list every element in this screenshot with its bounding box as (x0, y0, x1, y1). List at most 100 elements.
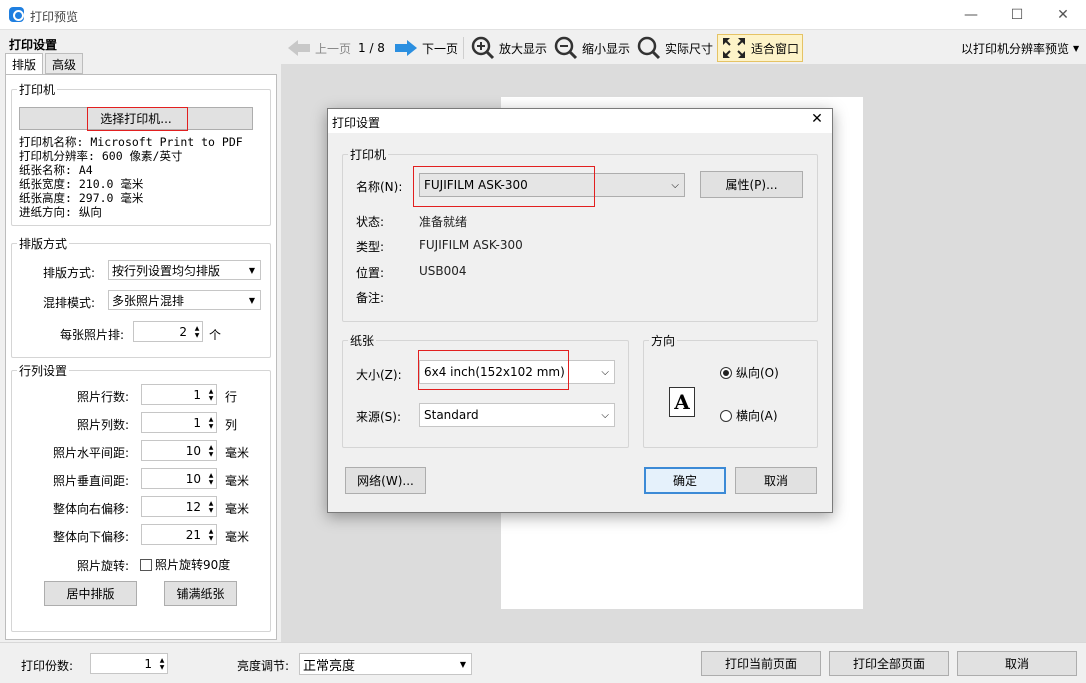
layout-mode-value: 按行列设置均匀排版 (112, 263, 221, 278)
paper-height-info: 纸张高度: 297.0 毫米 (19, 191, 144, 205)
actual-size-button[interactable]: 实际尺寸 (637, 36, 713, 60)
stepper-arrows-icon[interactable]: ▲ ▼ (205, 525, 216, 544)
rotate-label: 照片旋转: (76, 559, 129, 573)
cancel-button[interactable]: 取消 (957, 651, 1077, 676)
rotate-checkbox[interactable]: 照片旋转90度 (140, 556, 230, 573)
stepper-arrows-icon[interactable]: ▲ ▼ (205, 385, 216, 404)
fit-window-icon (723, 38, 745, 58)
layout-mode-select[interactable]: 按行列设置均匀排版 ▼ (108, 260, 261, 280)
printer-name-info: 打印机名称: Microsoft Print to PDF (19, 135, 243, 149)
maximize-button[interactable]: ☐ (994, 0, 1040, 30)
magnifier-icon (637, 36, 661, 60)
fill-paper-button[interactable]: 铺满纸张 (164, 581, 237, 606)
radio-icon[interactable] (720, 409, 732, 422)
close-button[interactable]: ✕ (1040, 0, 1086, 30)
hspacing-stepper[interactable]: 10 ▲ ▼ (141, 440, 217, 461)
next-page-label: 下一页 (422, 41, 459, 56)
title-bar: 打印预览 — ☐ ✕ (0, 0, 1086, 30)
next-page-button[interactable]: 下一页 (394, 36, 458, 60)
offset-down-unit: 毫米 (225, 530, 250, 544)
tab-layout[interactable]: 排版 (5, 53, 44, 75)
printer-name-label: 名称(N): (356, 180, 403, 194)
paper-width-info: 纸张宽度: 210.0 毫米 (19, 177, 144, 191)
ok-button[interactable]: 确定 (644, 467, 726, 494)
bottom-bar: 打印份数: 1 ▲ ▼ 亮度调节: 正常亮度 ▼ 打印当前页面 打印全部页面 取消 (0, 642, 1086, 683)
stepper-arrows-icon[interactable]: ▲ ▼ (205, 413, 216, 432)
preview-toolbar: 上一页 1 / 8 下一页 放大显示 缩小显示 实际尺寸 适合窗口 以打印机分辨… (281, 31, 1086, 65)
landscape-radio[interactable]: 横向(A) (720, 407, 778, 424)
offset-right-label: 整体向右偏移: (52, 502, 129, 516)
offset-right-stepper[interactable]: 12 ▲ ▼ (141, 496, 217, 517)
rows-unit: 行 (225, 390, 238, 404)
offset-down-label: 整体向下偏移: (52, 530, 129, 544)
stepper-arrows-icon[interactable]: ▲ ▼ (156, 654, 167, 673)
network-button[interactable]: 网络(W)... (345, 467, 426, 494)
mix-mode-select[interactable]: 多张照片混排 ▼ (108, 290, 261, 310)
center-layout-button[interactable]: 居中排版 (44, 581, 137, 606)
minimize-button[interactable]: — (948, 0, 994, 30)
zoom-out-label: 缩小显示 (582, 41, 631, 56)
cols-stepper[interactable]: 1 ▲ ▼ (141, 412, 217, 433)
preview-mode-label: 以打印机分辨率预览 (961, 41, 1070, 56)
actual-size-label: 实际尺寸 (665, 41, 714, 56)
per-photo-label: 每张照片排: (60, 328, 125, 342)
zoom-out-icon (554, 36, 578, 60)
hspacing-value: 10 (185, 443, 201, 458)
rotate-checkbox-label: 照片旋转90度 (155, 558, 231, 572)
stepper-arrows-icon[interactable]: ▲ ▼ (205, 469, 216, 488)
portrait-radio[interactable]: 纵向(O) (720, 364, 779, 381)
location-label: 位置: (356, 266, 385, 280)
chevron-down-icon: ▼ (459, 659, 466, 669)
status-label: 状态: (356, 215, 385, 229)
type-value: FUJIFILM ASK-300 (419, 238, 523, 252)
rows-stepper[interactable]: 1 ▲ ▼ (141, 384, 217, 405)
paper-source-label: 来源(S): (356, 410, 402, 424)
brightness-select[interactable]: 正常亮度 ▼ (299, 653, 472, 675)
panel-title: 打印设置 (9, 38, 58, 52)
printer-info: 打印机名称: Microsoft Print to PDF 打印机分辨率: 60… (19, 135, 243, 219)
zoom-in-button[interactable]: 放大显示 (471, 36, 547, 60)
highlight-box (413, 166, 595, 207)
per-photo-stepper[interactable]: 2 ▲ ▼ (133, 321, 203, 342)
vspacing-label: 照片垂直间距: (52, 474, 129, 488)
printer-resolution-info: 打印机分辨率: 600 像素/英寸 (19, 149, 183, 163)
properties-button[interactable]: 属性(P)... (700, 171, 803, 198)
checkbox-box[interactable] (140, 558, 152, 571)
fit-window-button[interactable]: 适合窗口 (717, 34, 804, 62)
paper-legend: 纸张 (350, 334, 375, 348)
vspacing-stepper[interactable]: 10 ▲ ▼ (141, 468, 217, 489)
print-all-button[interactable]: 打印全部页面 (829, 651, 949, 676)
app-icon (9, 7, 24, 22)
highlight-box (418, 350, 569, 390)
print-current-button[interactable]: 打印当前页面 (701, 651, 821, 676)
zoom-out-button[interactable]: 缩小显示 (554, 36, 630, 60)
paper-name-info: 纸张名称: A4 (19, 163, 93, 177)
cols-label: 照片列数: (76, 418, 129, 432)
stepper-arrows-icon[interactable]: ▲ ▼ (205, 497, 216, 516)
radio-selected-icon[interactable] (720, 366, 732, 379)
stepper-arrows-icon[interactable]: ▲ ▼ (191, 322, 202, 341)
dialog-printer-legend: 打印机 (350, 148, 387, 162)
chevron-down-icon: ⌵ (671, 179, 679, 191)
type-label: 类型: (356, 240, 385, 254)
chevron-down-icon: ▼ (1073, 43, 1080, 53)
comment-label: 备注: (356, 291, 385, 305)
cols-unit: 列 (225, 418, 238, 432)
dialog-cancel-button[interactable]: 取消 (735, 467, 817, 494)
printer-group-legend: 打印机 (19, 83, 56, 97)
copies-stepper[interactable]: 1 ▲ ▼ (90, 653, 168, 674)
offset-down-stepper[interactable]: 21 ▲ ▼ (141, 524, 217, 545)
tab-content: 打印机 选择打印机... 打印机名称: Microsoft Print to P… (5, 74, 277, 640)
chevron-down-icon: ⌵ (601, 366, 609, 378)
dialog-title-bar: 打印设置 ✕ (328, 109, 832, 133)
dialog-close-button[interactable]: ✕ (806, 111, 828, 131)
paper-source-select[interactable]: Standard ⌵ (419, 403, 615, 427)
print-settings-dialog: 打印设置 ✕ 打印机 名称(N): FUJIFILM ASK-300 ⌵ 属性(P… (327, 108, 833, 513)
orientation-preview-icon: A (669, 387, 695, 417)
copies-label: 打印份数: (21, 659, 74, 673)
stepper-arrows-icon[interactable]: ▲ ▼ (205, 441, 216, 460)
preview-mode-dropdown[interactable]: 以打印机分辨率预览 ▼ (961, 36, 1079, 60)
zoom-in-label: 放大显示 (499, 41, 548, 56)
prev-page-button[interactable]: 上一页 (287, 36, 351, 60)
tab-advanced[interactable]: 高级 (45, 53, 84, 74)
